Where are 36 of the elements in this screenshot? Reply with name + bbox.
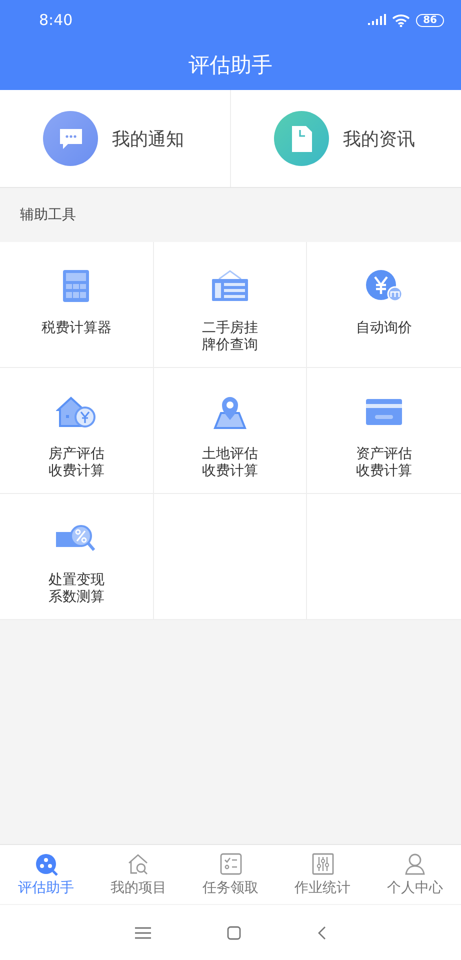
tool-label[interactable]: 房产评估收费计算 xyxy=(48,446,105,480)
battery-level: 86 xyxy=(416,14,444,26)
wifi-icon xyxy=(392,14,410,26)
chat-bubble-icon xyxy=(58,126,84,150)
shortcut-label[interactable]: 我的通知 xyxy=(112,126,184,150)
calculator-icon xyxy=(63,270,90,302)
section-title: 辅助工具 xyxy=(19,206,77,225)
signal-icon xyxy=(368,14,386,26)
sliders-icon xyxy=(310,852,335,876)
shortcut-label[interactable]: 我的资讯 xyxy=(343,126,415,150)
document-icon xyxy=(292,126,312,152)
tool-label[interactable]: 二手房挂牌价查询 xyxy=(202,320,258,354)
nav-tab[interactable]: 任务领取 xyxy=(184,845,277,904)
assistant-icon xyxy=(34,852,58,876)
hanging-sign-icon xyxy=(210,270,249,302)
status-time: 8:40 xyxy=(39,11,74,29)
nav-tab[interactable]: 我的项目 xyxy=(92,845,184,904)
page-title: 评估助手 xyxy=(188,52,274,79)
back-icon[interactable] xyxy=(316,926,326,940)
nav-tab[interactable]: 评估助手 xyxy=(0,845,92,904)
checklist-icon xyxy=(218,852,242,876)
home-icon[interactable] xyxy=(226,926,240,940)
yen-coin-icon xyxy=(365,269,404,303)
tool-label[interactable]: 土地评估收费计算 xyxy=(202,446,258,480)
rate-search-icon xyxy=(56,523,96,553)
bank-card-icon xyxy=(366,399,402,425)
tool-label[interactable]: 自动询价 xyxy=(356,320,412,337)
tool-label[interactable]: 税费计算器 xyxy=(41,320,112,337)
menu-icon[interactable] xyxy=(134,926,150,938)
house-yen-icon xyxy=(56,396,96,428)
tool-label[interactable]: 处置变现系数测算 xyxy=(48,572,105,606)
tool-label[interactable]: 资产评估收费计算 xyxy=(356,446,412,480)
map-pin-icon xyxy=(212,395,247,429)
person-icon xyxy=(402,852,427,876)
nav-tab[interactable]: 作业统计 xyxy=(276,845,369,904)
nav-tab[interactable]: 个人中心 xyxy=(368,845,461,904)
